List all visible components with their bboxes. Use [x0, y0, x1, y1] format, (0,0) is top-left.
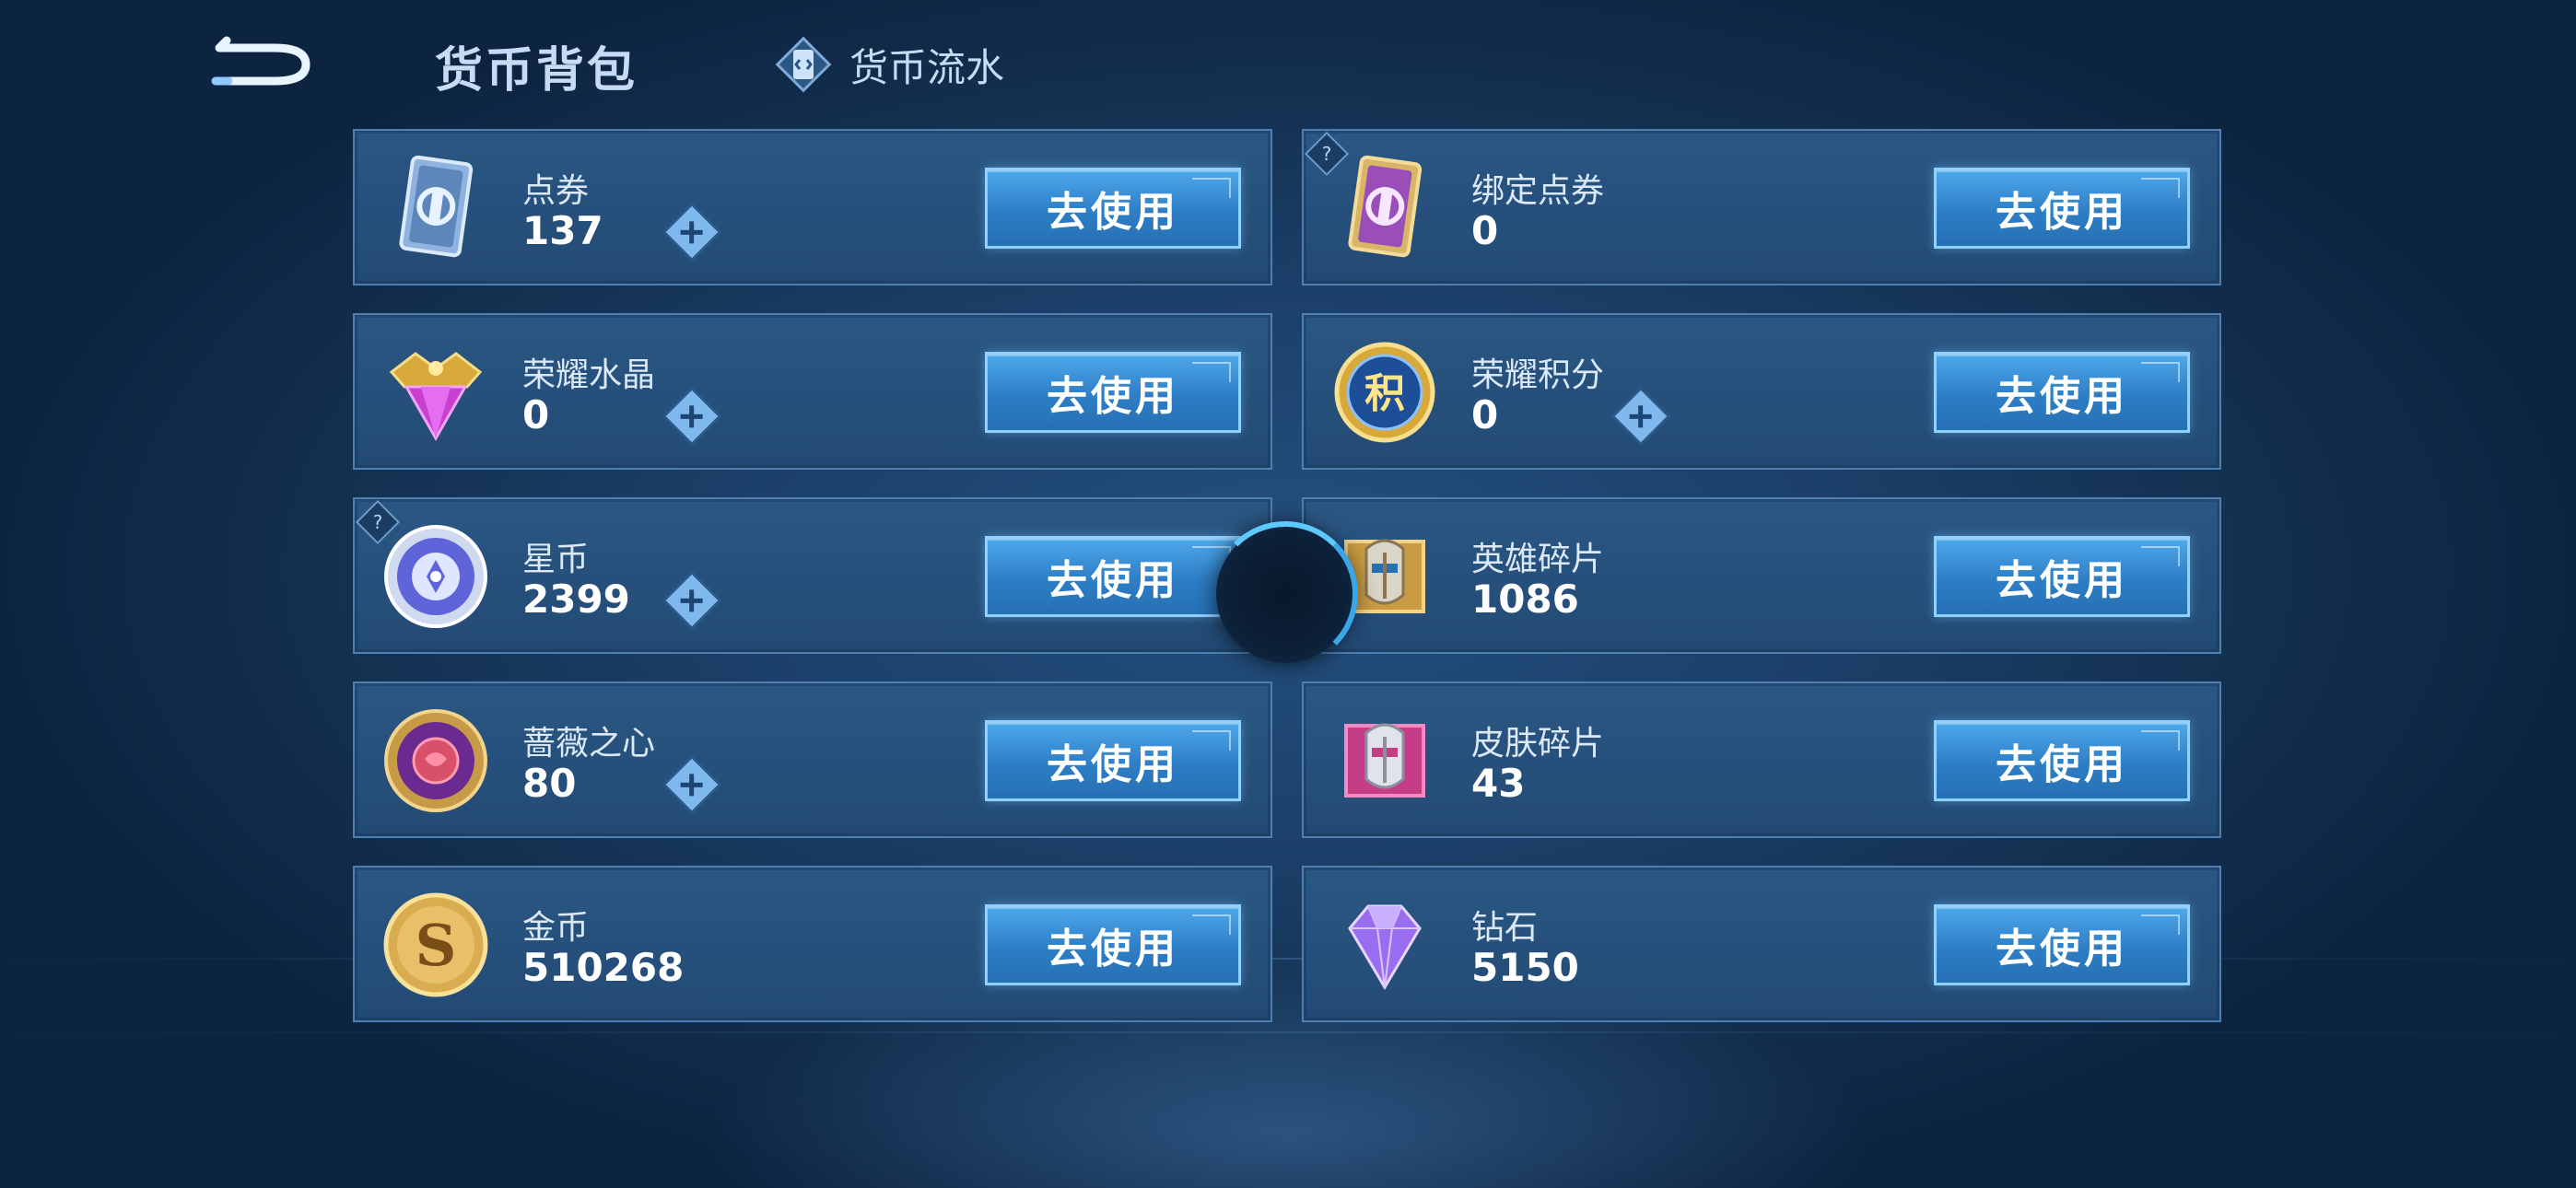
- currency-amount: 43: [1471, 761, 1526, 806]
- ledger-icon: [775, 36, 832, 93]
- add-currency-button[interactable]: [665, 205, 719, 259]
- svg-text:积: 积: [1364, 370, 1405, 417]
- currency-card: 荣耀水晶 0 去使用: [353, 313, 1272, 470]
- back-button[interactable]: [210, 33, 319, 92]
- skin-fragment-icon: [1328, 704, 1442, 818]
- add-currency-button[interactable]: [665, 390, 719, 443]
- currency-card: 钻石 5150 去使用: [1302, 866, 2221, 1022]
- currency-card: ? 绑定点券 0 去使用: [1302, 129, 2221, 285]
- currency-name: 蔷薇之心: [522, 725, 656, 763]
- use-button[interactable]: 去使用: [1934, 904, 2190, 985]
- use-button[interactable]: 去使用: [985, 168, 1241, 249]
- diamond-icon: [1328, 888, 1442, 1002]
- currency-name: 钻石: [1471, 909, 1539, 947]
- help-glyph: ?: [372, 511, 383, 533]
- currency-card: 点券 137 去使用: [353, 129, 1272, 285]
- currency-history-tab[interactable]: 货币流水: [774, 35, 1004, 94]
- currency-name: 星币: [522, 541, 590, 578]
- currency-amount: 510268: [522, 945, 685, 990]
- add-currency-button[interactable]: [665, 758, 719, 811]
- back-arrow-icon: [211, 36, 310, 86]
- currency-card: 蔷薇之心 80 去使用: [353, 681, 1272, 838]
- coupon-card-icon: [379, 151, 493, 265]
- currency-amount: 1086: [1471, 577, 1579, 622]
- currency-name: 点券: [522, 172, 590, 210]
- rose-heart-icon: [379, 704, 493, 818]
- currency-name: 绑定点券: [1471, 172, 1605, 210]
- svg-text:S: S: [416, 912, 457, 979]
- loading-spinner: [1212, 521, 1358, 667]
- currency-amount: 137: [522, 208, 603, 253]
- use-button[interactable]: 去使用: [1934, 720, 2190, 801]
- currency-amount: 0: [522, 392, 550, 437]
- use-button[interactable]: 去使用: [985, 904, 1241, 985]
- currency-card: S 金币 510268 去使用: [353, 866, 1272, 1022]
- use-button[interactable]: 去使用: [985, 720, 1241, 801]
- currency-card: ? 星币 2399 去使用: [353, 497, 1272, 654]
- star-coin-icon: [379, 519, 493, 634]
- currency-card: 皮肤碎片 43 去使用: [1302, 681, 2221, 838]
- glory-crystal-icon: [379, 335, 493, 449]
- use-button[interactable]: 去使用: [985, 536, 1241, 617]
- currency-amount: 80: [522, 761, 577, 806]
- use-button[interactable]: 去使用: [985, 352, 1241, 433]
- use-button[interactable]: 去使用: [1934, 352, 2190, 433]
- glory-points-icon: 积: [1328, 335, 1442, 449]
- history-tab-label: 货币流水: [849, 44, 1005, 90]
- add-currency-button[interactable]: [665, 574, 719, 627]
- use-button[interactable]: 去使用: [1934, 536, 2190, 617]
- currency-amount: 0: [1471, 208, 1499, 253]
- gold-coin-icon: S: [379, 888, 493, 1002]
- add-currency-button[interactable]: [1614, 390, 1668, 443]
- currency-name: 荣耀水晶: [522, 356, 656, 394]
- currency-amount: 0: [1471, 392, 1499, 437]
- use-button[interactable]: 去使用: [1934, 168, 2190, 249]
- currency-name: 荣耀积分: [1471, 356, 1605, 394]
- bound-coupon-card-icon: [1328, 151, 1442, 265]
- currency-amount: 5150: [1471, 945, 1579, 990]
- currency-name: 皮肤碎片: [1471, 725, 1605, 763]
- currency-amount: 2399: [522, 577, 630, 622]
- page-title: 货币背包: [435, 43, 638, 99]
- currency-card: 英雄碎片 1086 去使用: [1302, 497, 2221, 654]
- currency-name: 金币: [522, 909, 590, 947]
- help-glyph: ?: [1321, 143, 1332, 165]
- currency-card: 积 荣耀积分 0 去使用: [1302, 313, 2221, 470]
- currency-name: 英雄碎片: [1471, 541, 1605, 578]
